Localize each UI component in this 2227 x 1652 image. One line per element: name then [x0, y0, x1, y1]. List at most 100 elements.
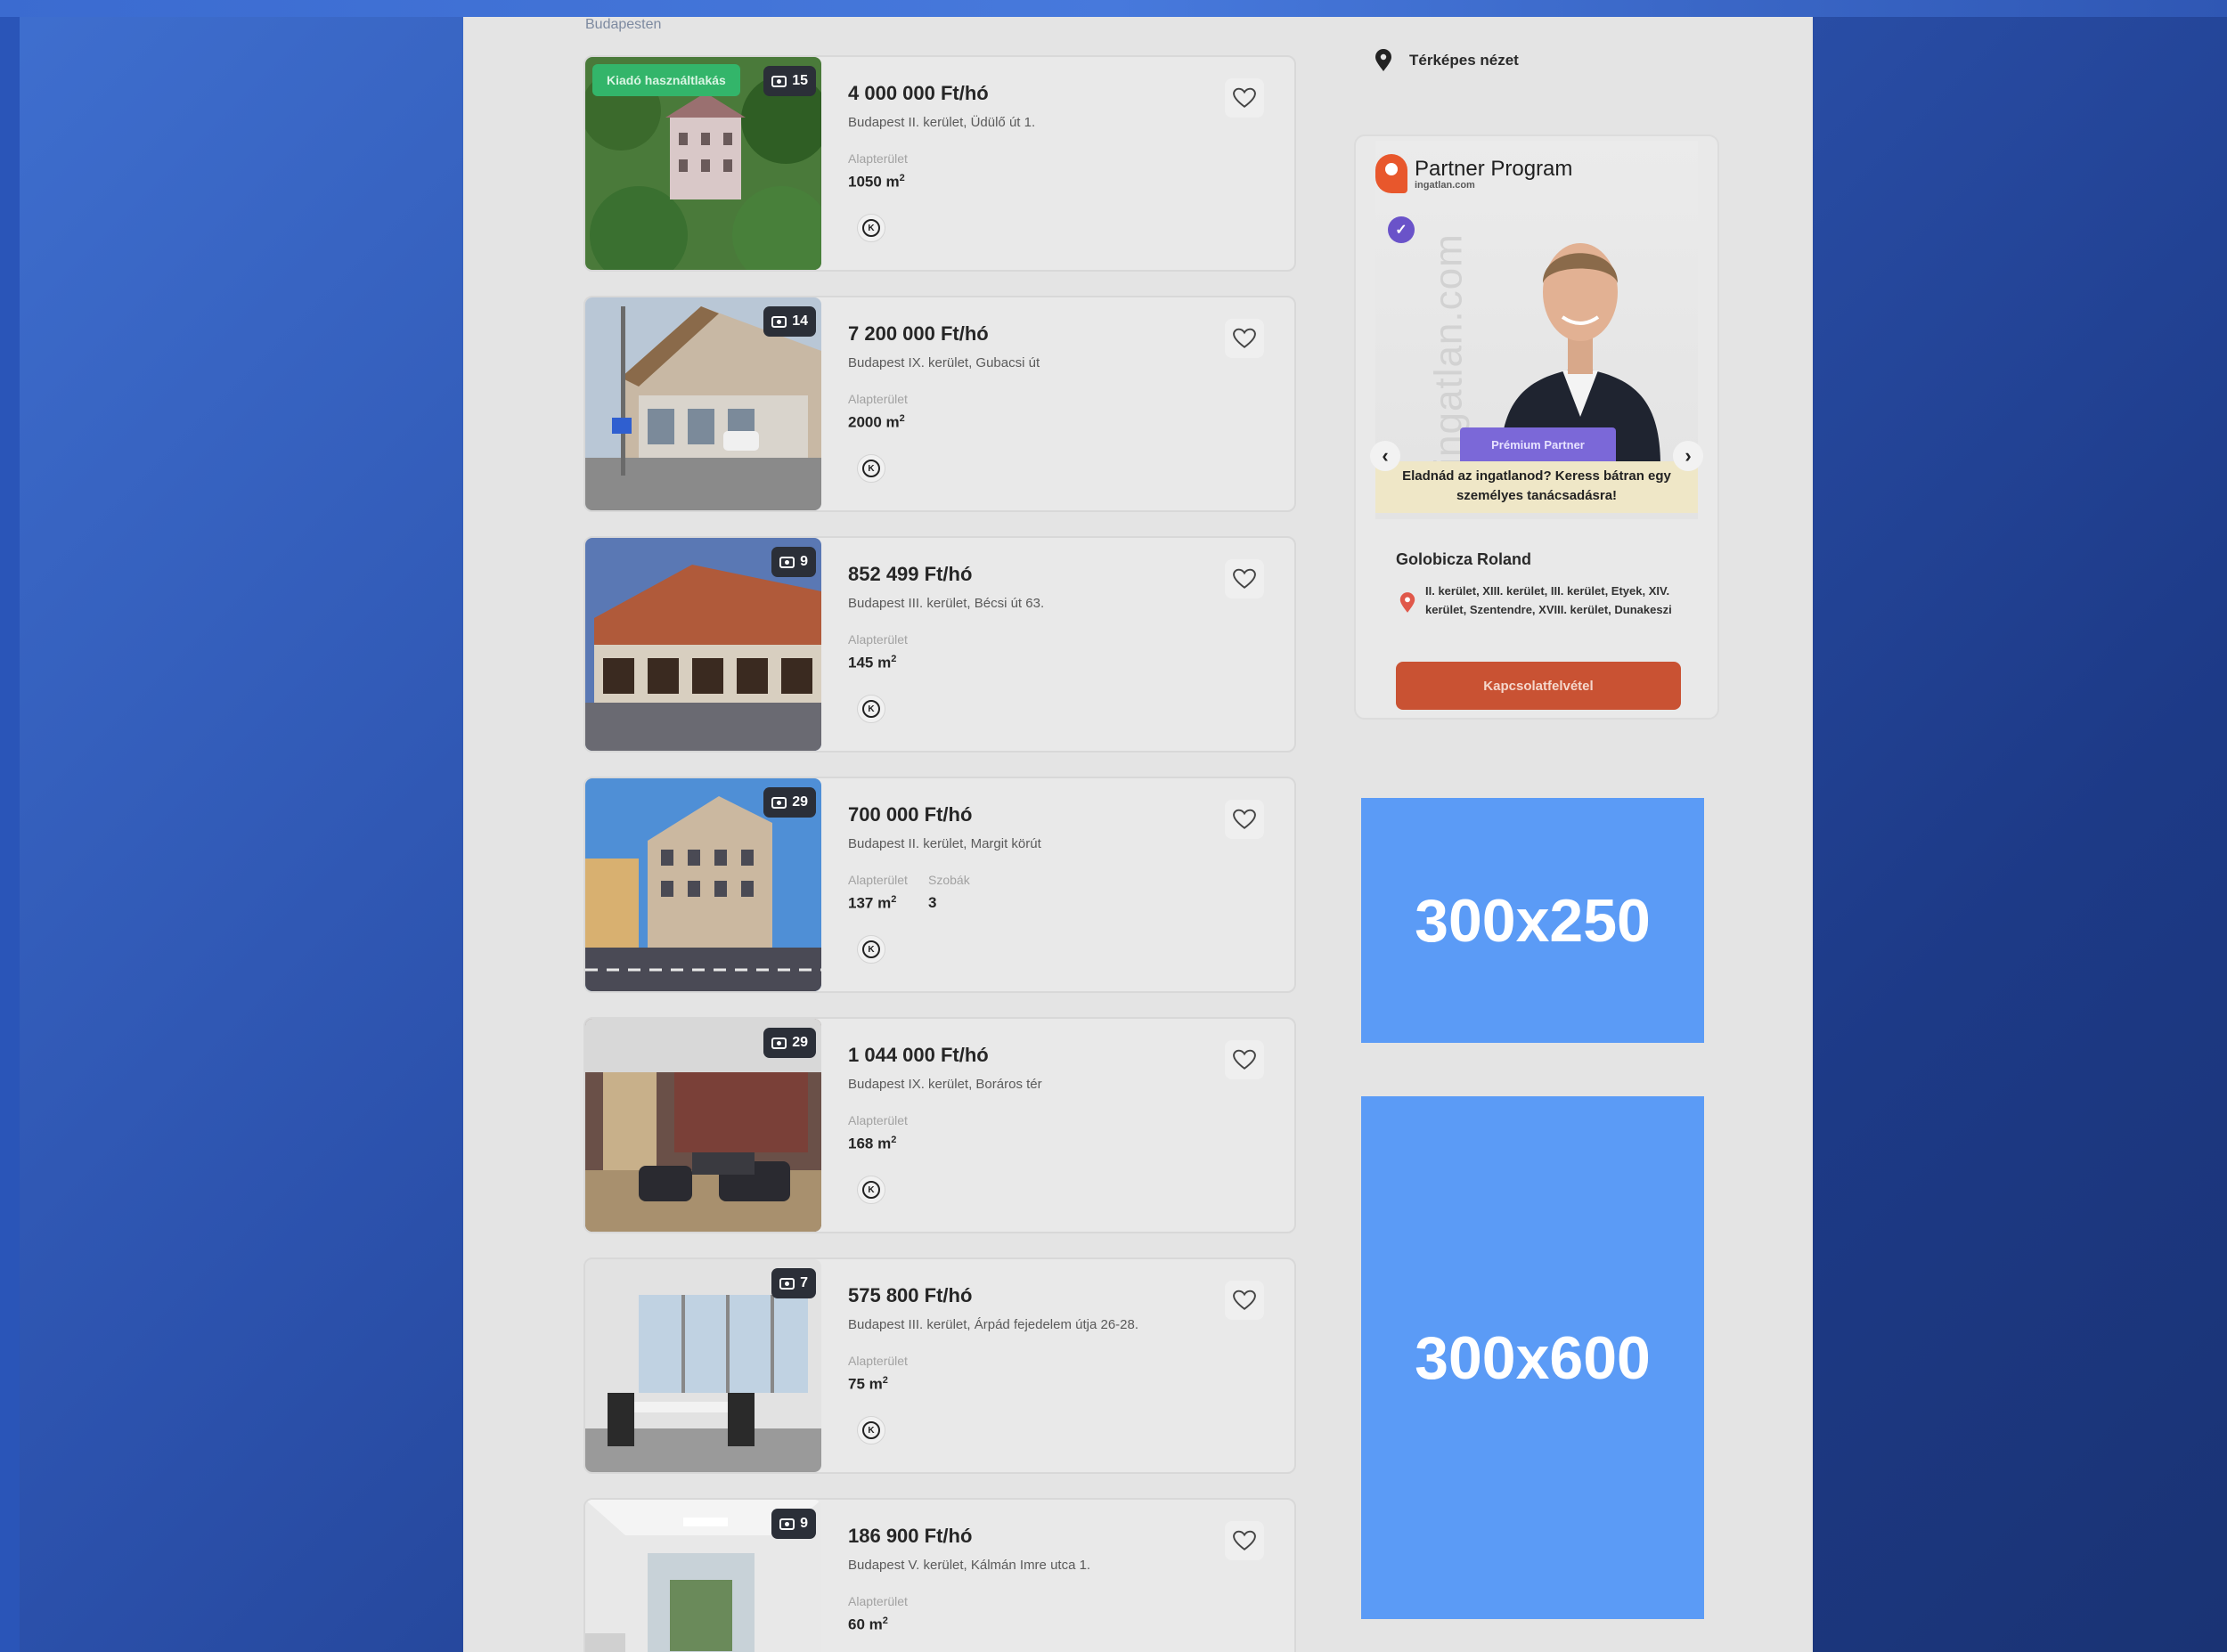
listing-photo[interactable]: 9 — [585, 1500, 821, 1652]
listing-tag: Kiadó használtlakás — [592, 64, 740, 96]
contact-button[interactable]: Kapcsolatfelvétel — [1396, 662, 1681, 710]
ad-slot-300x250[interactable]: 300x250 — [1361, 798, 1704, 1043]
listing-address: Budapest V. kerület, Kálmán Imre utca 1. — [848, 1558, 1091, 1573]
heart-icon — [1233, 1049, 1256, 1070]
partner-program-subtitle: ingatlan.com — [1415, 180, 1475, 191]
listing-action-button[interactable]: K — [857, 695, 885, 723]
euro-coin-icon: K — [862, 1421, 880, 1439]
listing-address: Budapest II. kerület, Margit körút — [848, 836, 1041, 851]
listing-price[interactable]: 1 044 000 Ft/hó — [848, 1044, 989, 1067]
listing-price[interactable]: 7 200 000 Ft/hó — [848, 322, 989, 346]
listing-price[interactable]: 575 800 Ft/hó — [848, 1284, 972, 1307]
photo-count-badge: 7 — [771, 1268, 816, 1298]
listing-price[interactable]: 852 499 Ft/hó — [848, 563, 972, 586]
photo-count-badge: 15 — [763, 66, 816, 96]
listing-page-panel: Budapesten Kiadó használtlakás 15 4 000 … — [463, 17, 1813, 1652]
breadcrumb[interactable]: Budapesten — [585, 17, 661, 33]
agent-service-areas: II. kerület, XIII. kerület, III. kerület… — [1425, 584, 1672, 616]
rooms-label: Szobák — [928, 873, 970, 887]
favorite-button[interactable] — [1225, 319, 1264, 358]
listing-action-button[interactable]: K — [857, 214, 885, 242]
chevron-left-icon: ‹ — [1382, 444, 1389, 467]
listing-photo[interactable]: 7 — [585, 1259, 821, 1472]
area-label: Alapterület — [848, 1594, 908, 1608]
heart-icon — [1233, 1290, 1256, 1310]
map-view-link[interactable]: Térképes nézet — [1354, 38, 1719, 83]
heart-icon — [1233, 328, 1256, 348]
listing-address: Budapest IX. kerület, Gubacsi út — [848, 355, 1040, 370]
partner-logo-icon — [1375, 154, 1407, 193]
area-value: 145 m2 — [848, 654, 897, 671]
listing-photo[interactable]: 29 — [585, 778, 821, 991]
camera-icon — [771, 796, 787, 809]
heart-icon — [1233, 809, 1256, 829]
listing-action-button[interactable]: K — [857, 1416, 885, 1444]
listing-price[interactable]: 186 900 Ft/hó — [848, 1525, 972, 1548]
listing-photo[interactable]: 29 — [585, 1019, 821, 1232]
favorite-button[interactable] — [1225, 800, 1264, 839]
ad-slot-300x600[interactable]: 300x600 — [1361, 1096, 1704, 1619]
listing-address: Budapest III. kerület, Bécsi út 63. — [848, 596, 1045, 611]
area-value: 137 m2 — [848, 894, 897, 912]
area-value: 168 m2 — [848, 1135, 897, 1152]
listing-card[interactable]: Kiadó használtlakás 15 4 000 000 Ft/hó B… — [583, 55, 1296, 272]
partner-program-card: Partner Program ingatlan.com ingatlan.co… — [1354, 134, 1719, 720]
verified-icon: ✓ — [1388, 216, 1415, 243]
area-value: 60 m2 — [848, 1615, 888, 1633]
listing-price[interactable]: 700 000 Ft/hó — [848, 803, 972, 826]
top-band — [0, 0, 2227, 17]
listing-card[interactable]: 9 852 499 Ft/hó Budapest III. kerület, B… — [583, 536, 1296, 753]
listing-card[interactable]: 29 700 000 Ft/hó Budapest II. kerület, M… — [583, 777, 1296, 993]
euro-coin-icon: K — [862, 700, 880, 718]
camera-icon — [771, 1037, 787, 1049]
rooms-value: 3 — [928, 894, 937, 911]
area-label: Alapterület — [848, 632, 908, 647]
area-label: Alapterület — [848, 1113, 908, 1127]
area-label: Alapterület — [848, 873, 908, 887]
chevron-right-icon: › — [1685, 444, 1692, 467]
favorite-button[interactable] — [1225, 559, 1264, 598]
camera-icon — [779, 1518, 795, 1530]
euro-coin-icon: K — [862, 460, 880, 477]
carousel-next-button[interactable]: › — [1673, 441, 1703, 471]
heart-icon — [1233, 87, 1256, 108]
listing-action-button[interactable]: K — [857, 454, 885, 483]
listing-photo[interactable]: 9 — [585, 538, 821, 751]
agent-name[interactable]: Golobicza Roland — [1396, 550, 1531, 569]
area-value: 2000 m2 — [848, 413, 905, 431]
listing-action-button[interactable]: K — [857, 1176, 885, 1204]
partner-program-title: Partner Program — [1415, 157, 1573, 181]
camera-icon — [771, 315, 787, 328]
photo-count-badge: 29 — [763, 1028, 816, 1058]
favorite-button[interactable] — [1225, 1521, 1264, 1560]
photo-count-badge: 14 — [763, 306, 816, 337]
listing-action-button[interactable]: K — [857, 935, 885, 964]
camera-icon — [771, 75, 787, 87]
listing-card[interactable]: 9 186 900 Ft/hó Budapest V. kerület, Kál… — [583, 1498, 1296, 1652]
euro-coin-icon: K — [862, 940, 880, 958]
location-pin-icon — [1399, 592, 1415, 613]
euro-coin-icon: K — [862, 1181, 880, 1199]
listing-address: Budapest III. kerület, Árpád fejedelem ú… — [848, 1317, 1139, 1332]
euro-coin-icon: K — [862, 219, 880, 237]
photo-count-badge: 9 — [771, 1509, 816, 1539]
map-pin-icon — [1375, 49, 1391, 71]
favorite-button[interactable] — [1225, 1040, 1264, 1079]
listing-card[interactable]: 29 1 044 000 Ft/hó Budapest IX. kerület,… — [583, 1017, 1296, 1233]
listing-card[interactable]: 14 7 200 000 Ft/hó Budapest IX. kerület,… — [583, 296, 1296, 512]
listing-photo[interactable]: Kiadó használtlakás 15 — [585, 57, 821, 270]
left-edge-strip — [0, 17, 20, 1652]
partner-banner-note: Eladnád az ingatlanod? Keress bátran egy… — [1375, 461, 1698, 513]
partner-banner[interactable]: Partner Program ingatlan.com ingatlan.co… — [1370, 141, 1703, 519]
favorite-button[interactable] — [1225, 78, 1264, 118]
photo-count-badge: 29 — [763, 787, 816, 818]
heart-icon — [1233, 568, 1256, 589]
listing-photo[interactable]: 14 — [585, 297, 821, 510]
favorite-button[interactable] — [1225, 1281, 1264, 1320]
listing-address: Budapest II. kerület, Üdülő út 1. — [848, 115, 1036, 130]
listing-card[interactable]: 7 575 800 Ft/hó Budapest III. kerület, Á… — [583, 1257, 1296, 1474]
listing-address: Budapest IX. kerület, Boráros tér — [848, 1077, 1042, 1092]
listing-price[interactable]: 4 000 000 Ft/hó — [848, 82, 989, 105]
area-value: 75 m2 — [848, 1375, 888, 1393]
carousel-prev-button[interactable]: ‹ — [1370, 441, 1400, 471]
